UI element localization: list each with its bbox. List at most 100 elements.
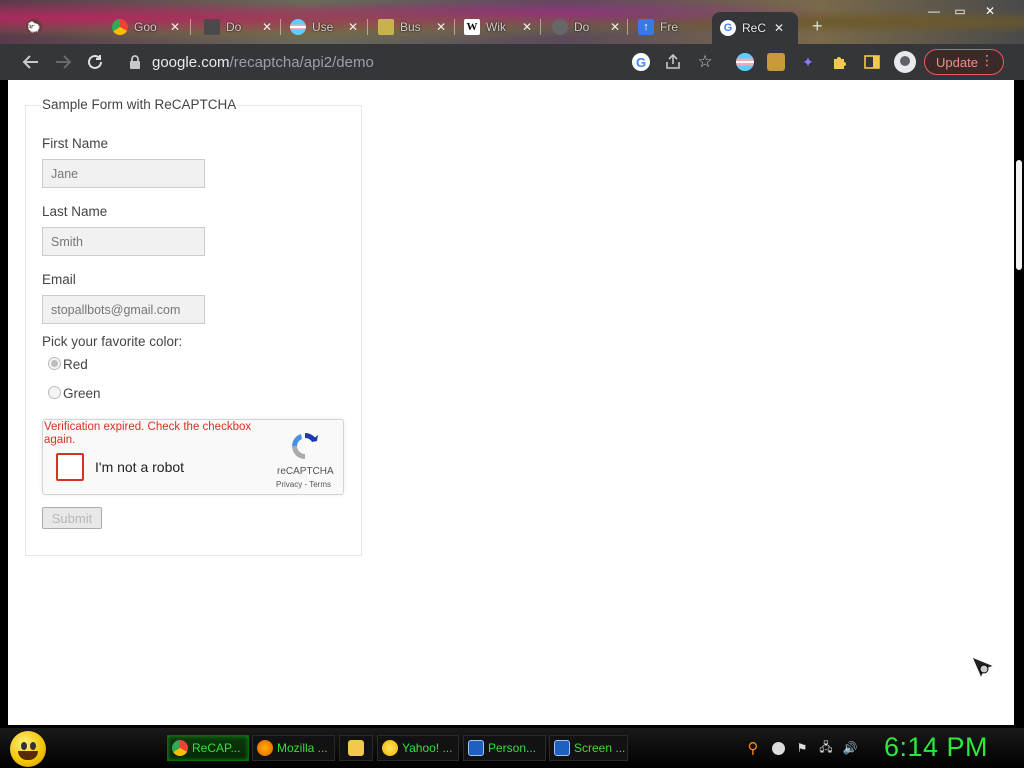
radio-green-label: Green [63, 386, 101, 401]
close-icon[interactable]: ✕ [262, 20, 272, 34]
taskbar-item-personal[interactable]: Person... [463, 735, 546, 761]
tab-fre[interactable]: ↑ Fre [630, 12, 698, 42]
taskbar-item-yahoo[interactable]: Yahoo! ... [377, 735, 459, 761]
taskbar-clock[interactable]: 6:14 PM [884, 732, 988, 763]
tab-home[interactable]: 🐑 [18, 12, 50, 42]
recaptcha-checkbox-label: I'm not a robot [95, 459, 185, 475]
tab-separator [540, 19, 541, 35]
extension-doge-icon[interactable] [766, 52, 786, 72]
side-panel-icon[interactable] [862, 52, 882, 72]
extension-ublock-icon[interactable]: ✦ [798, 52, 818, 72]
reload-icon [88, 54, 102, 69]
close-icon[interactable]: ✕ [774, 21, 784, 35]
search-icon[interactable]: ⚲ [745, 740, 761, 757]
close-icon[interactable]: ✕ [436, 20, 446, 34]
doc-icon [204, 19, 220, 35]
close-icon[interactable]: ✕ [348, 20, 358, 34]
tab-label: Goo [134, 20, 157, 34]
tab-separator [627, 19, 628, 35]
monitor-icon [468, 740, 484, 756]
reload-button[interactable] [83, 50, 107, 74]
volume-icon[interactable]: 🔊 [842, 740, 858, 756]
minimize-button[interactable]: — [924, 3, 944, 19]
tab-label: Wik [486, 20, 506, 34]
forward-button[interactable] [51, 50, 75, 74]
extension-flag-icon[interactable] [735, 52, 755, 72]
tab-label: Bus [400, 20, 421, 34]
share-icon[interactable] [663, 52, 683, 72]
bus-icon [378, 19, 394, 35]
wikipedia-icon: W [464, 19, 480, 35]
folder-icon [348, 740, 364, 756]
back-arrow-icon [22, 55, 38, 69]
submit-button[interactable]: Submit [42, 507, 102, 529]
taskbar-item-folder[interactable] [339, 735, 373, 761]
tab-use[interactable]: Use ✕ [282, 12, 366, 42]
close-icon[interactable]: ✕ [610, 20, 620, 34]
last-name-input[interactable]: Smith [42, 227, 205, 256]
recaptcha-logo-icon [292, 433, 318, 459]
monitor-icon [554, 740, 570, 756]
taskbar-item-mozilla[interactable]: Mozilla ... [252, 735, 335, 761]
browser-tab-strip: 🐑 Goo ✕ Do ✕ Use ✕ Bus ✕ W Wik ✕ Do ✕ ↑ … [0, 0, 1024, 44]
flag-icon [290, 19, 306, 35]
google-lens-icon[interactable]: G [631, 52, 651, 72]
taskbar-item-screen[interactable]: Screen ... [549, 735, 628, 761]
tab-label: ReC [742, 21, 767, 35]
update-label: Update [936, 54, 978, 70]
close-icon[interactable]: ✕ [170, 20, 180, 34]
new-tab-button[interactable]: + [812, 16, 823, 37]
tab-separator [454, 19, 455, 35]
radio-red[interactable] [48, 357, 61, 370]
taskbar-item-label: Person... [488, 741, 537, 755]
tab-do[interactable]: Do ✕ [544, 12, 628, 42]
radio-green[interactable] [48, 386, 61, 399]
bookmark-star-icon[interactable]: ☆ [695, 52, 715, 72]
smiley-icon [382, 740, 398, 756]
url-host: google.com [152, 53, 230, 71]
globe-icon [552, 19, 568, 35]
mouse-cursor-icon [971, 656, 996, 680]
tab-wikipedia[interactable]: W Wik ✕ [456, 12, 540, 42]
tab-label: Do [226, 20, 242, 34]
start-button-smiley-icon[interactable] [10, 731, 46, 767]
network-icon[interactable]: 🖧 [818, 740, 834, 756]
tab-separator [280, 19, 281, 35]
tab-label: Fre [660, 20, 678, 34]
messenger-icon[interactable] [770, 740, 786, 756]
taskbar-item-label: Mozilla ... [277, 741, 328, 755]
recaptcha-checkbox[interactable] [56, 453, 84, 481]
recaptcha-error-message: Verification expired. Check the checkbox… [44, 421, 252, 446]
color-question-label: Pick your favorite color: [42, 334, 183, 349]
profile-avatar-icon[interactable] [893, 50, 917, 74]
sheep-icon: 🐑 [26, 19, 42, 35]
tab-google-1[interactable]: Goo ✕ [104, 12, 188, 42]
first-name-label: First Name [42, 136, 109, 151]
address-bar[interactable]: google.com/recaptcha/api2/demo [120, 48, 620, 76]
back-button[interactable] [19, 50, 43, 74]
update-button[interactable]: Update ⋮ [924, 49, 1004, 75]
tab-bus[interactable]: Bus ✕ [370, 12, 454, 42]
lock-icon [130, 55, 140, 69]
taskbar-item-recaptcha[interactable]: ReCAP... [167, 735, 249, 761]
recaptcha-terms-link[interactable]: Terms [309, 480, 331, 489]
url-path: /recaptcha/api2/demo [229, 53, 374, 71]
close-window-button[interactable]: ✕ [980, 3, 1000, 19]
email-input[interactable]: stopallbots@gmail.com [42, 295, 205, 324]
maximize-button[interactable]: ▭ [950, 3, 970, 19]
page-scrollbar-thumb[interactable] [1016, 160, 1022, 270]
tab-separator [190, 19, 191, 35]
recaptcha-privacy-link[interactable]: Privacy [276, 480, 302, 489]
tab-recaptcha[interactable]: G ReC ✕ [712, 12, 798, 44]
action-center-flag-icon[interactable]: ⚑ [794, 740, 810, 756]
recaptcha-widget: Verification expired. Check the checkbox… [42, 419, 344, 495]
tab-doc[interactable]: Do ✕ [196, 12, 280, 42]
first-name-input[interactable]: Jane [42, 159, 205, 188]
close-icon[interactable]: ✕ [522, 20, 532, 34]
extensions-puzzle-icon[interactable] [830, 52, 850, 72]
tab-label: Do [574, 20, 590, 34]
page-content: Sample Form with ReCAPTCHA First Name Ja… [8, 80, 1014, 725]
menu-dots-icon[interactable]: ⋮ [980, 52, 994, 69]
tab-separator [367, 19, 368, 35]
last-name-label: Last Name [42, 204, 108, 219]
